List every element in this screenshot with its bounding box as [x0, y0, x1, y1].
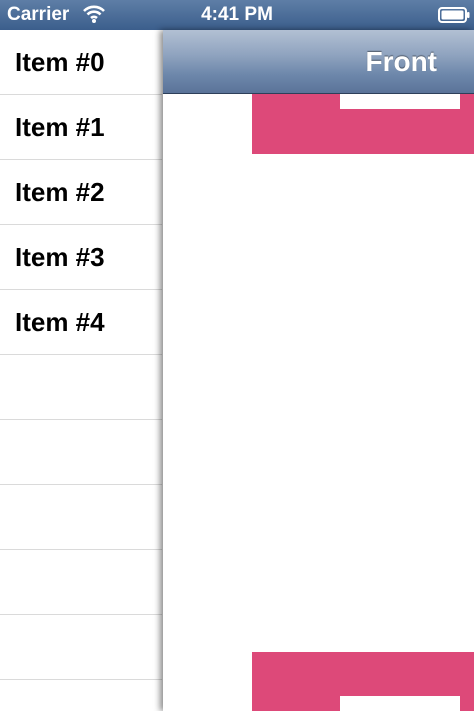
white-inset-top [340, 94, 460, 109]
menu-item-label: Item #2 [15, 177, 105, 207]
menu-empty-row [0, 485, 162, 550]
status-bar: Carrier 4:41 PM [0, 0, 474, 30]
menu-item-label: Item #0 [15, 47, 105, 77]
menu-item-0[interactable]: Item #0 [0, 30, 162, 95]
pink-block-bottom [252, 652, 474, 711]
front-view[interactable]: Front [163, 30, 474, 711]
menu-item-4[interactable]: Item #4 [0, 290, 162, 355]
menu-item-label: Item #3 [15, 242, 105, 272]
navigation-bar: Front [163, 30, 474, 94]
menu-empty-row [0, 355, 162, 420]
menu-item-label: Item #4 [15, 307, 105, 337]
menu-table[interactable]: Item #0 Item #1 Item #2 Item #3 Item #4 [0, 30, 162, 711]
menu-item-3[interactable]: Item #3 [0, 225, 162, 290]
menu-item-label: Item #1 [15, 112, 105, 142]
menu-item-2[interactable]: Item #2 [0, 160, 162, 225]
battery-icon [438, 7, 470, 23]
menu-empty-row [0, 615, 162, 680]
nav-title: Front [365, 46, 437, 77]
status-time: 4:41 PM [201, 4, 273, 25]
menu-empty-row [0, 550, 162, 615]
pink-block-top [252, 94, 474, 154]
white-inset-bottom [340, 696, 460, 711]
menu-item-1[interactable]: Item #1 [0, 95, 162, 160]
menu-empty-row [0, 420, 162, 485]
